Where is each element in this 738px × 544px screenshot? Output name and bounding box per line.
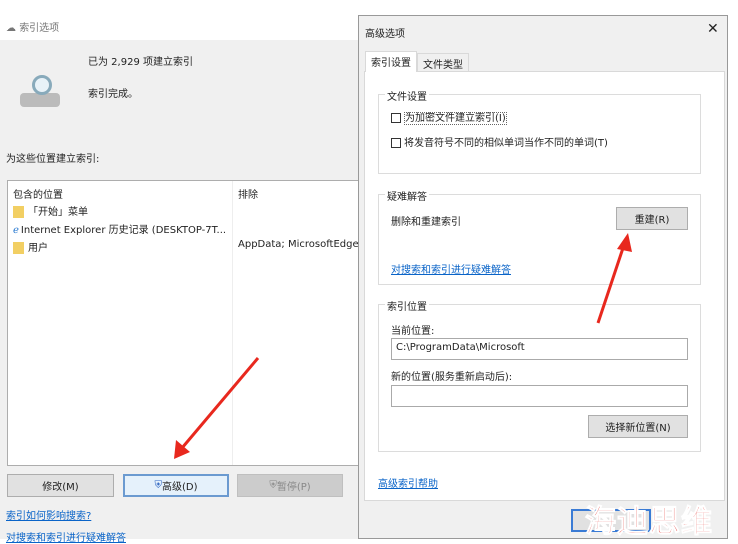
annotation-arrows — [174, 233, 632, 459]
arrow-to-rebuild — [596, 233, 632, 324]
watermark: 海迪思维 — [585, 504, 713, 541]
arrow-to-advanced — [174, 357, 260, 459]
tab-index-settings[interactable]: 索引设置 — [365, 51, 417, 72]
